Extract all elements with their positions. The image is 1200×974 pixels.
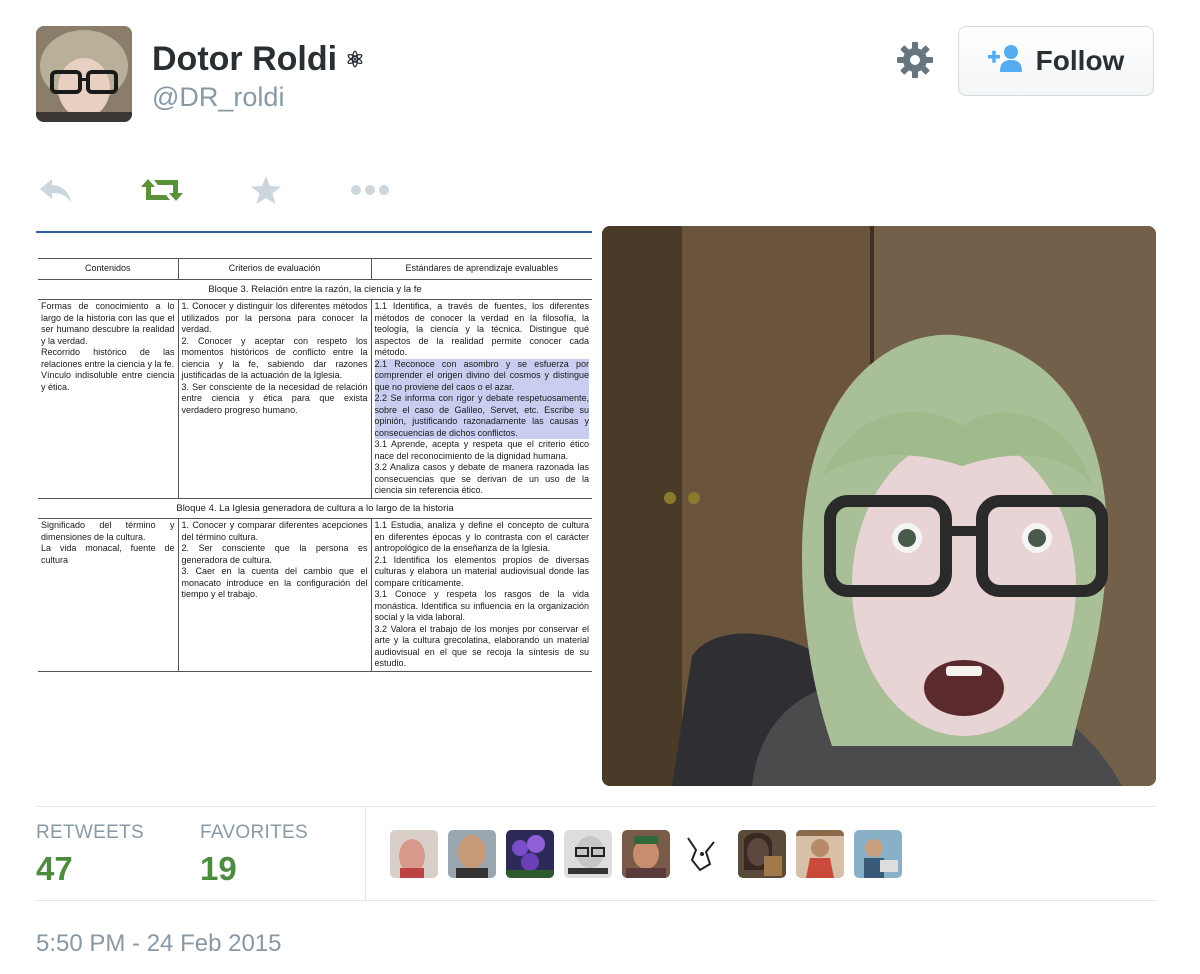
follow-button[interactable]: Follow [958, 26, 1154, 96]
header-estandares: Estándares de aprendizaje evaluables [405, 263, 559, 273]
atom-icon: ⚛ [345, 47, 365, 72]
favoriter-avatar[interactable] [854, 830, 902, 878]
user-handle[interactable]: @DR_roldi [152, 82, 284, 113]
block3-content-2: Recorrido histórico de las relaciones en… [41, 347, 175, 369]
stats-vertical-divider [365, 807, 366, 901]
block3-standard-3-2: 3.2 Analiza casos y debate de manera raz… [374, 462, 590, 495]
curriculum-table: Contenidos Criterios de evaluación Están… [38, 258, 592, 672]
favoriter-avatar[interactable] [448, 830, 496, 878]
block3-criterion-1: 1. Conocer y distinguir los diferentes m… [181, 301, 368, 334]
favoriter-avatar[interactable] [796, 830, 844, 878]
add-user-icon [987, 44, 1024, 79]
block4-title: Bloque 4. La Iglesia generadora de cultu… [176, 502, 454, 514]
block4-criterion-2: 2. Ser consciente que la persona es gene… [181, 543, 368, 565]
block3-criterion-3: 3. Ser consciente de la necesidad de rel… [181, 381, 368, 415]
favoriter-avatar[interactable] [680, 830, 728, 878]
block4-standard-2-1: 2.1 Identifica los elementos propios de … [374, 554, 590, 588]
profile-avatar[interactable] [36, 26, 132, 122]
user-name-text: Dotor Roldi [152, 40, 338, 78]
block3-content-3: Vínculo indisoluble entre ciencia y étic… [41, 370, 175, 392]
block4-standard-3-1: 3.1 Conoce y respeta los rasgos de la vi… [374, 589, 590, 622]
tweet-timestamp[interactable]: 5:50 PM - 24 Feb 2015 [36, 930, 281, 958]
stats-bottom-divider [36, 900, 1156, 901]
follow-button-label: Follow [1035, 45, 1125, 76]
favoriter-avatar[interactable] [738, 830, 786, 878]
selfie-photo[interactable] [602, 226, 1156, 786]
user-display-name[interactable]: Dotor Roldi ⚛ [152, 40, 365, 79]
favorite-star-icon[interactable] [250, 170, 282, 210]
block4-content-2: La vida monacal, fuente de cultura [41, 543, 175, 565]
reply-icon[interactable] [38, 170, 74, 210]
favorites-label[interactable]: FAVORITES [200, 822, 308, 844]
retweet-icon[interactable] [140, 170, 184, 210]
favoriter-avatar[interactable] [622, 830, 670, 878]
document-rule [36, 231, 592, 233]
favoriter-avatar[interactable] [506, 830, 554, 878]
favoriter-avatar[interactable] [564, 830, 612, 878]
block4-criterion-1: 1. Conocer y comparar diferentes acepcio… [181, 520, 368, 542]
gear-icon[interactable] [895, 40, 935, 80]
block3-content-1: Formas de conocimiento a lo largo de la … [41, 301, 175, 346]
favorites-count[interactable]: 19 [200, 850, 237, 888]
retweets-label[interactable]: RETWEETS [36, 822, 144, 844]
block4-standard-1-1: 1.1 Estudia, analiza y define el concept… [374, 520, 590, 553]
block4-content-1: Significado del término y dimensiones de… [41, 520, 175, 542]
block4-criterion-3: 3. Caer en la cuenta del cambio que el m… [181, 566, 368, 599]
retweets-count[interactable]: 47 [36, 850, 73, 888]
block3-standard-3-1: 3.1 Aprende, acepta y respeta que el cri… [374, 439, 590, 461]
more-options-icon[interactable] [350, 170, 390, 210]
favoriter-avatar[interactable] [390, 830, 438, 878]
block3-standard-2-1-highlighted: 2.1 Reconoce con asombro y se esfuerza p… [374, 358, 589, 393]
header-contenidos: Contenidos [38, 258, 179, 279]
stats-top-divider [36, 806, 1156, 807]
block3-standard-1-1: 1.1 Identifica, a través de fuentes, los… [374, 301, 590, 357]
block3-standard-2-2-highlighted: 2.2 Se informa con rigor y debate respet… [374, 393, 589, 439]
header-criterios: Criterios de evaluación [178, 258, 372, 279]
block3-criterion-2: 2. Conocer y aceptar con respeto los mom… [181, 335, 368, 381]
block3-title: Bloque 3. Relación entre la razón, la ci… [208, 283, 422, 295]
block4-standard-3-2: 3.2 Valora el trabajo de los monjes por … [374, 623, 590, 669]
document-image[interactable]: Contenidos Criterios de evaluación Están… [36, 226, 592, 786]
